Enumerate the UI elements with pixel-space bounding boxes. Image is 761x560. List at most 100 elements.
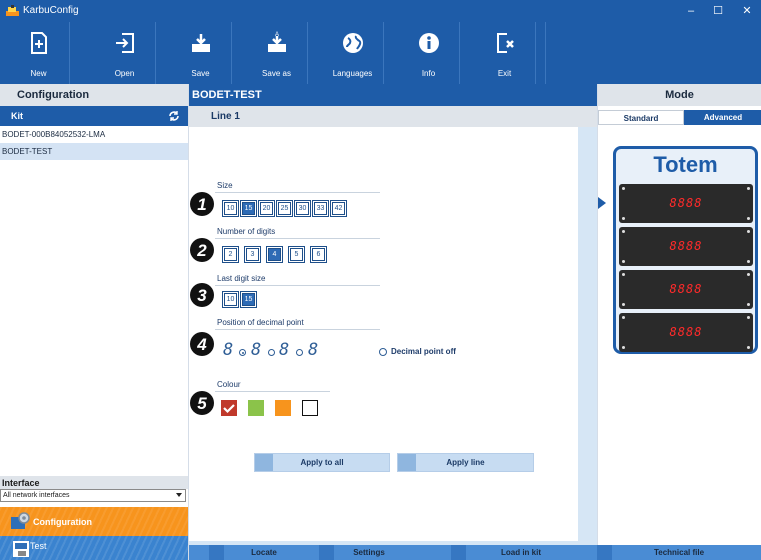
exit-label: Exit [497,69,512,78]
exit-button[interactable]: Exit [474,22,536,84]
technical-file-button[interactable]: Technical file [597,545,761,560]
totem-line-display[interactable]: 8888 [619,270,753,309]
decimal-title: Position of decimal point [217,318,304,327]
open-button[interactable]: Open [94,22,156,84]
interface-select[interactable]: All network interfaces [0,489,186,502]
kit-item[interactable]: BODET-000B84052532-LMA [0,126,188,143]
kit-item-selected[interactable]: BODET-TEST [0,143,188,160]
interface-value: All network interfaces [3,492,70,499]
exit-icon [497,33,514,53]
digits-divider [215,238,380,239]
digits-option-3[interactable]: 3 [245,247,260,262]
size-option-42[interactable]: 42 [331,201,346,216]
svg-text:5: 5 [197,394,207,413]
display-digits: 8888 [669,325,703,339]
last-digit-title: Last digit size [217,274,266,283]
save-button[interactable]: Save [170,22,232,84]
maximize-button[interactable]: ☐ [707,3,729,19]
colour-title: Colour [217,380,241,389]
digits-title: Number of digits [217,227,276,236]
load-in-kit-label: Load in kit [501,548,541,557]
mode-title: Mode [598,84,761,106]
save-label: Save [191,69,210,78]
info-button[interactable]: Info [398,22,460,84]
svg-text:1: 1 [197,195,206,214]
decimal-off-radio[interactable] [379,348,387,356]
digits-option-5[interactable]: 5 [289,247,304,262]
locate-button[interactable]: Locate [209,545,319,560]
decimal-position-radio[interactable] [239,349,246,356]
display-digits: 8888 [669,196,703,210]
open-icon [116,33,134,53]
totem-line-display[interactable]: 8888 [619,227,753,266]
apply-to-all-button[interactable]: Apply to all [254,453,390,472]
new-button[interactable]: New [8,22,70,84]
size-option-15[interactable]: 15 [241,201,256,216]
configuration-nav-button[interactable]: Configuration [0,507,188,536]
size-option-25[interactable]: 25 [277,201,292,216]
technical-file-label: Technical file [653,548,705,557]
interface-header: Interface [0,476,188,489]
totem-line-display[interactable]: 8888 [619,184,753,223]
totem-title: Totem [653,152,718,177]
svg-text:4: 4 [196,335,207,354]
configuration-nav-label: Configuration [33,517,92,527]
step-1-marker: 1 [189,191,215,217]
decimal-position-radio[interactable] [296,349,303,356]
apply-line-label: Apply line [446,458,485,467]
decimal-digit: 8 [308,340,319,360]
decimal-off-label: Decimal point off [391,347,456,356]
minimize-button[interactable]: – [680,3,702,19]
svg-text:3: 3 [197,286,207,305]
digits-option-2[interactable]: 2 [223,247,238,262]
svg-text:2: 2 [196,241,207,260]
step-2-marker: 2 [189,237,215,263]
bottom-action-bar: Locate Settings Load in kit Technical fi… [189,545,761,560]
selected-line-arrow-icon [598,197,606,209]
window-title: KarbuConfig [23,5,79,16]
colour-swatch-red[interactable] [221,400,237,416]
test-nav-button[interactable]: Test [0,536,188,560]
test-nav-label: Test [30,541,47,551]
last-digit-option-10[interactable]: 10 [223,292,238,307]
totem-line-display[interactable]: 8888 [619,313,753,352]
new-file-icon [31,32,47,54]
step-4-marker: 4 [189,331,215,357]
settings-label: Settings [353,548,385,557]
last-digit-divider [215,285,380,286]
display-digits: 8888 [669,239,703,253]
line-settings-area: 1 2 3 4 5 Size 10 15 20 25 30 33 42 Numb… [189,127,578,541]
refresh-icon[interactable] [168,110,180,122]
colour-swatch-white[interactable] [302,400,318,416]
decimal-position-radio[interactable] [268,349,275,356]
close-button[interactable]: ✕ [736,3,758,19]
toolbar-divider [545,22,546,84]
size-option-30[interactable]: 30 [295,201,310,216]
step-3-marker: 3 [189,282,215,308]
size-option-33[interactable]: 33 [313,201,328,216]
size-option-10[interactable]: 10 [223,201,238,216]
line-title: Line 1 [189,106,597,127]
load-in-kit-button[interactable]: Load in kit [451,545,591,560]
tab-advanced[interactable]: Advanced [684,110,761,125]
configuration-title: Configuration [0,84,188,106]
configuration-panel: Configuration Kit BODET-000B84052532-LMA… [0,84,189,560]
kit-header-label: Kit [11,111,23,121]
save-as-button[interactable]: A Save as [246,22,308,84]
digits-option-4[interactable]: 4 [267,247,282,262]
check-icon [223,404,235,414]
digits-option-6[interactable]: 6 [311,247,326,262]
tab-standard[interactable]: Standard [598,110,684,125]
size-option-20[interactable]: 20 [259,201,274,216]
title-bar: KarbuConfig – ☐ ✕ [0,0,761,22]
toolbar: New Open Save A Save as Languages Info E… [0,22,761,84]
settings-button[interactable]: Settings [319,545,419,560]
decimal-digit: 8 [223,340,234,360]
gear-icon [11,512,30,529]
languages-button[interactable]: Languages [322,22,384,84]
last-digit-option-15[interactable]: 15 [241,292,256,307]
totem-preview: Totem 8888 8888 8888 8888 [613,146,758,354]
colour-swatch-orange[interactable] [275,400,291,416]
apply-line-button[interactable]: Apply line [397,453,534,472]
colour-swatch-green[interactable] [248,400,264,416]
